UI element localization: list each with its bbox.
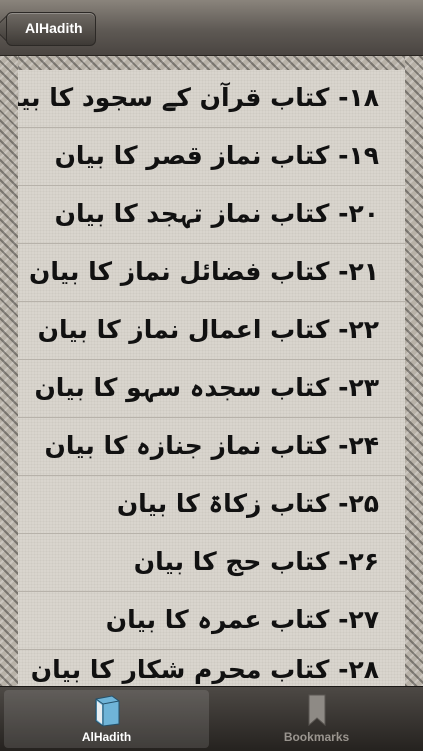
list-item[interactable]: ۲۰- کتاب نماز تہجد کا بیان xyxy=(18,186,405,244)
list-item[interactable]: ۲۲- کتاب اعمال نماز کا بیان xyxy=(18,302,405,360)
list-item[interactable]: ۱۸- کتاب قرآن کے سجود کا بیان xyxy=(18,70,405,128)
navigation-bar: AlHadith xyxy=(0,0,423,56)
bookmark-icon xyxy=(308,694,326,726)
list-item[interactable]: ۲۸- کتاب محرم شکار کا بیان xyxy=(18,650,405,686)
list-item[interactable]: ۲۱- کتاب فضائل نماز کا بیان xyxy=(18,244,405,302)
ornamental-frame: ۱۸- کتاب قرآن کے سجود کا بیان ۱۹- کتاب ن… xyxy=(0,56,423,686)
tab-alhadith-label: AlHadith xyxy=(81,730,132,744)
back-button-label: AlHadith xyxy=(25,20,83,36)
tab-alhadith[interactable]: AlHadith xyxy=(4,690,209,748)
back-button[interactable]: AlHadith xyxy=(6,12,96,46)
frame-border-left xyxy=(0,56,18,686)
book-icon xyxy=(95,695,120,727)
frame-border-right xyxy=(405,56,423,686)
list-item[interactable]: ۲۷- کتاب عمرہ کا بیان xyxy=(18,592,405,650)
frame-border-top xyxy=(0,56,423,70)
list-item[interactable]: ۲۶- کتاب حج کا بیان xyxy=(18,534,405,592)
chapter-list[interactable]: ۱۸- کتاب قرآن کے سجود کا بیان ۱۹- کتاب ن… xyxy=(18,70,405,686)
list-item[interactable]: ۲۴- کتاب نماز جنازہ کا بیان xyxy=(18,418,405,476)
tab-bar: AlHadith Bookmarks xyxy=(0,686,423,751)
tab-bookmarks[interactable]: Bookmarks xyxy=(214,690,419,748)
list-item[interactable]: ۲۵- کتاب زکاۃ کا بیان xyxy=(18,476,405,534)
list-item[interactable]: ۲۳- کتاب سجدہ سہو کا بیان xyxy=(18,360,405,418)
tab-bookmarks-label: Bookmarks xyxy=(283,730,350,744)
list-item[interactable]: ۱۹- کتاب نماز قصر کا بیان xyxy=(18,128,405,186)
